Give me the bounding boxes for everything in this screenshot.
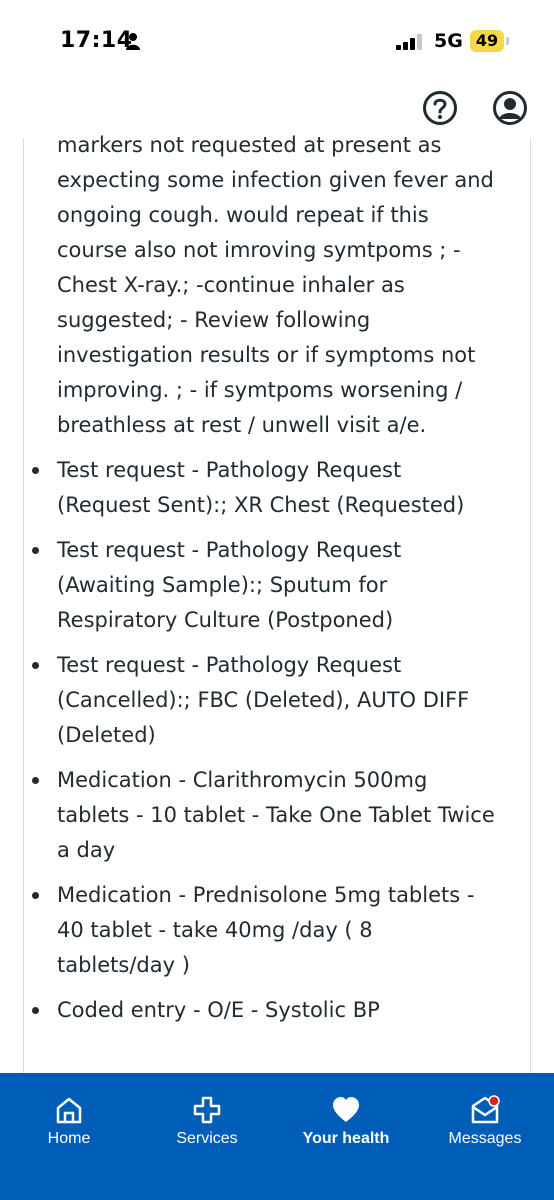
clock: 17:14: [60, 28, 133, 53]
record-entry: Medication - Prednisolone 5mg tablets - …: [32, 878, 497, 983]
network-type: 5G: [434, 30, 463, 52]
notification-dot: [488, 1095, 500, 1107]
record-entry: Test request - Pathology Request (Awaiti…: [32, 533, 497, 638]
status-bar: 17:14 5G 49: [0, 0, 554, 82]
signal-icon: [396, 34, 422, 50]
consultation-note: markers not requested at present as expe…: [57, 133, 494, 437]
nav-your-health-label: Your health: [302, 1130, 390, 1147]
bottom-navigation: Home Services Your health Messages: [0, 1073, 554, 1200]
record-entries-list: Test request - Pathology Request (Reques…: [32, 453, 497, 1028]
record-entry: Test request - Pathology Request (Cancel…: [32, 648, 497, 753]
record-entry: Coded entry - O/E - Systolic BP: [32, 993, 497, 1028]
nav-your-health[interactable]: Your health: [277, 1073, 415, 1163]
record-content: markers not requested at present as expe…: [32, 128, 497, 1038]
home-icon: [56, 1097, 82, 1124]
help-icon[interactable]: [422, 90, 458, 126]
nav-messages-label: Messages: [448, 1130, 522, 1147]
nav-messages[interactable]: Messages: [416, 1073, 554, 1163]
nav-home[interactable]: Home: [0, 1073, 138, 1163]
nav-services[interactable]: Services: [138, 1073, 276, 1163]
battery-tip: [506, 37, 509, 45]
battery-indicator: 49: [470, 30, 504, 52]
nav-services-label: Services: [176, 1130, 238, 1147]
person-icon: [126, 33, 140, 50]
record-entry: Medication - Clarithromycin 500mg tablet…: [32, 763, 497, 868]
envelope-icon: [471, 1095, 500, 1124]
record-entry: Test request - Pathology Request (Reques…: [32, 453, 497, 523]
nav-home-label: Home: [47, 1130, 91, 1147]
profile-icon[interactable]: [492, 90, 528, 126]
heart-icon: [333, 1097, 359, 1122]
plus-cross-icon: [193, 1096, 221, 1124]
